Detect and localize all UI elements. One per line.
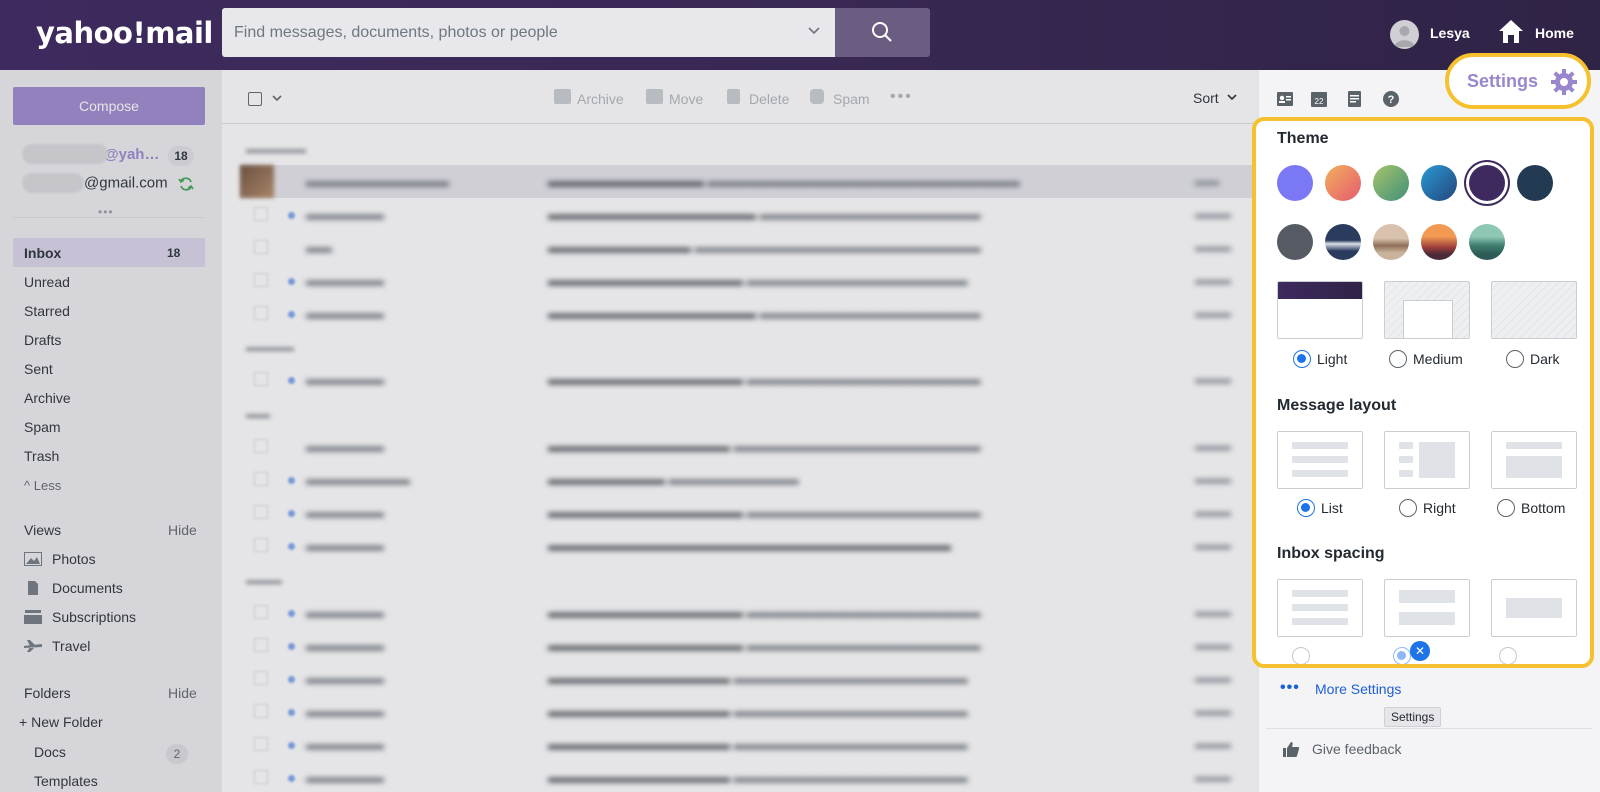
contacts-icon[interactable] — [1276, 90, 1294, 108]
search-input[interactable]: Find messages, documents, photos or peop… — [222, 8, 835, 57]
theme-medium-radio[interactable] — [1389, 350, 1407, 368]
more-settings-link[interactable]: More Settings — [1315, 681, 1401, 697]
theme-swatch-desert[interactable] — [1373, 224, 1409, 260]
theme-swatch-7[interactable] — [1277, 224, 1313, 260]
give-feedback-link[interactable]: Give feedback — [1312, 741, 1402, 757]
theme-light-label: Light — [1317, 351, 1348, 367]
user-name[interactable]: Lesya — [1430, 25, 1470, 41]
theme-mode-dark-preview[interactable] — [1491, 281, 1577, 339]
svg-text:22: 22 — [1315, 97, 1324, 106]
gear-icon[interactable] — [1550, 68, 1578, 96]
theme-swatch-2[interactable] — [1325, 165, 1361, 201]
close-icon[interactable]: ✕ — [1410, 641, 1430, 661]
dim-overlay — [0, 70, 1258, 792]
preview-content — [1403, 300, 1453, 338]
theme-swatch-3[interactable] — [1373, 165, 1409, 201]
spacing-small-radio[interactable] — [1292, 647, 1310, 664]
search-button[interactable] — [835, 8, 930, 57]
layout-bottom-label: Bottom — [1521, 500, 1566, 516]
theme-swatch-4[interactable] — [1421, 165, 1457, 201]
app-header: yahoo!mail Find messages, documents, pho… — [0, 0, 1600, 70]
layout-right-preview[interactable] — [1384, 431, 1470, 489]
layout-bottom-preview[interactable] — [1491, 431, 1577, 489]
theme-swatch-6[interactable] — [1517, 165, 1553, 201]
calendar-icon[interactable]: 22 — [1310, 90, 1328, 108]
help-icon[interactable]: ? — [1382, 90, 1400, 108]
divider — [1266, 728, 1592, 729]
home-link[interactable]: Home — [1535, 25, 1574, 41]
thumbs-up-icon — [1283, 742, 1300, 757]
settings-label[interactable]: Settings — [1467, 71, 1538, 92]
theme-title: Theme — [1277, 130, 1329, 147]
layout-bottom-radio[interactable] — [1497, 499, 1515, 517]
spacing-medium-radio[interactable] — [1393, 647, 1411, 664]
message-layout-title: Message layout — [1277, 397, 1397, 414]
spacing-large-preview[interactable] — [1491, 579, 1577, 637]
theme-mode-light-preview[interactable] — [1277, 281, 1363, 339]
search-icon — [872, 22, 892, 42]
layout-right-label: Right — [1423, 500, 1456, 516]
layout-right-radio[interactable] — [1399, 499, 1417, 517]
layout-list-label: List — [1321, 500, 1343, 516]
notepad-icon[interactable] — [1346, 90, 1364, 108]
avatar[interactable] — [1390, 20, 1419, 49]
inbox-spacing-title: Inbox spacing — [1277, 545, 1385, 562]
home-icon[interactable] — [1497, 18, 1525, 44]
theme-light-radio[interactable] — [1293, 350, 1311, 368]
theme-swatch-sunset[interactable] — [1421, 224, 1457, 260]
theme-swatch-mountain[interactable] — [1325, 224, 1361, 260]
layout-list-preview[interactable] — [1277, 431, 1363, 489]
theme-mode-medium-preview[interactable] — [1384, 281, 1470, 339]
spacing-medium-preview[interactable] — [1384, 579, 1470, 637]
search-placeholder: Find messages, documents, photos or peop… — [234, 24, 558, 41]
theme-swatch-5-selected[interactable] — [1469, 165, 1505, 201]
layout-list-radio[interactable] — [1297, 499, 1315, 517]
chevron-down-icon[interactable] — [807, 24, 821, 38]
theme-medium-label: Medium — [1413, 351, 1463, 367]
spacing-small-preview[interactable] — [1277, 579, 1363, 637]
yahoo-mail-logo[interactable]: yahoo!mail — [36, 16, 213, 50]
svg-text:?: ? — [1388, 94, 1395, 106]
theme-swatch-1[interactable] — [1277, 165, 1313, 201]
settings-panel: Theme Light Medium Dark Message layout L… — [1252, 117, 1594, 668]
theme-dark-label: Dark — [1530, 351, 1560, 367]
settings-tooltip: Settings — [1384, 707, 1442, 727]
more-settings-icon: ••• — [1280, 679, 1300, 696]
theme-dark-radio[interactable] — [1506, 350, 1524, 368]
spacing-large-radio[interactable] — [1499, 647, 1517, 664]
preview-header — [1278, 282, 1362, 299]
theme-swatch-lake[interactable] — [1469, 224, 1505, 260]
